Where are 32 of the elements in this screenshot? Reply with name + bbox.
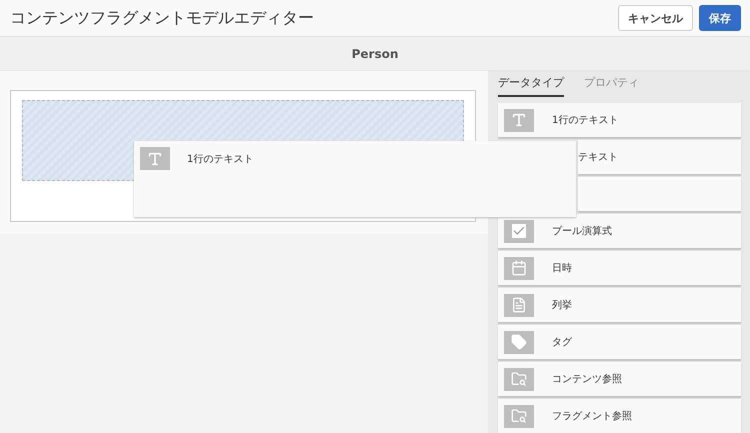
folder-search-icon bbox=[511, 408, 527, 424]
tag-icon bbox=[511, 334, 527, 350]
data-type-item[interactable]: 列挙 bbox=[498, 288, 741, 322]
dragged-item-label: 1行のテキスト bbox=[187, 153, 254, 166]
model-title: Person bbox=[352, 46, 398, 60]
save-button[interactable]: 保存 bbox=[699, 5, 741, 31]
data-type-label: コンテンツ参照 bbox=[552, 372, 622, 386]
cancel-button[interactable]: キャンセル bbox=[618, 5, 693, 31]
text-icon bbox=[147, 150, 163, 166]
data-type-label: 1行のテキスト bbox=[552, 114, 618, 127]
checkbox-icon bbox=[512, 224, 526, 238]
data-type-item[interactable]: 1行のテキスト bbox=[498, 103, 741, 137]
dragged-item[interactable]: 1行のテキスト bbox=[134, 141, 576, 217]
list-icon bbox=[511, 297, 527, 313]
data-type-item[interactable]: ブール演算式 bbox=[498, 214, 741, 248]
data-type-item[interactable]: フラグメント参照 bbox=[498, 399, 741, 433]
data-type-label: タグ bbox=[552, 336, 572, 349]
text-icon bbox=[511, 112, 527, 128]
data-type-label: 日時 bbox=[552, 262, 572, 275]
data-type-item[interactable] bbox=[578, 177, 741, 211]
editor-title: コンテンツフラグメントモデルエディター bbox=[10, 8, 314, 28]
folder-search-icon bbox=[511, 371, 527, 387]
calendar-icon bbox=[511, 260, 527, 276]
tab[interactable]: データタイプ bbox=[498, 75, 564, 97]
data-type-item[interactable]: 日時 bbox=[498, 251, 741, 285]
data-type-label: ブール演算式 bbox=[552, 224, 612, 238]
data-type-item[interactable]: タグ bbox=[498, 325, 741, 359]
data-type-label: 列挙 bbox=[552, 298, 572, 312]
data-type-label: フラグメント参照 bbox=[552, 410, 632, 423]
data-type-item[interactable]: テキスト bbox=[578, 140, 741, 174]
data-type-item[interactable]: コンテンツ参照 bbox=[498, 362, 741, 396]
data-type-label: テキスト bbox=[578, 151, 618, 164]
